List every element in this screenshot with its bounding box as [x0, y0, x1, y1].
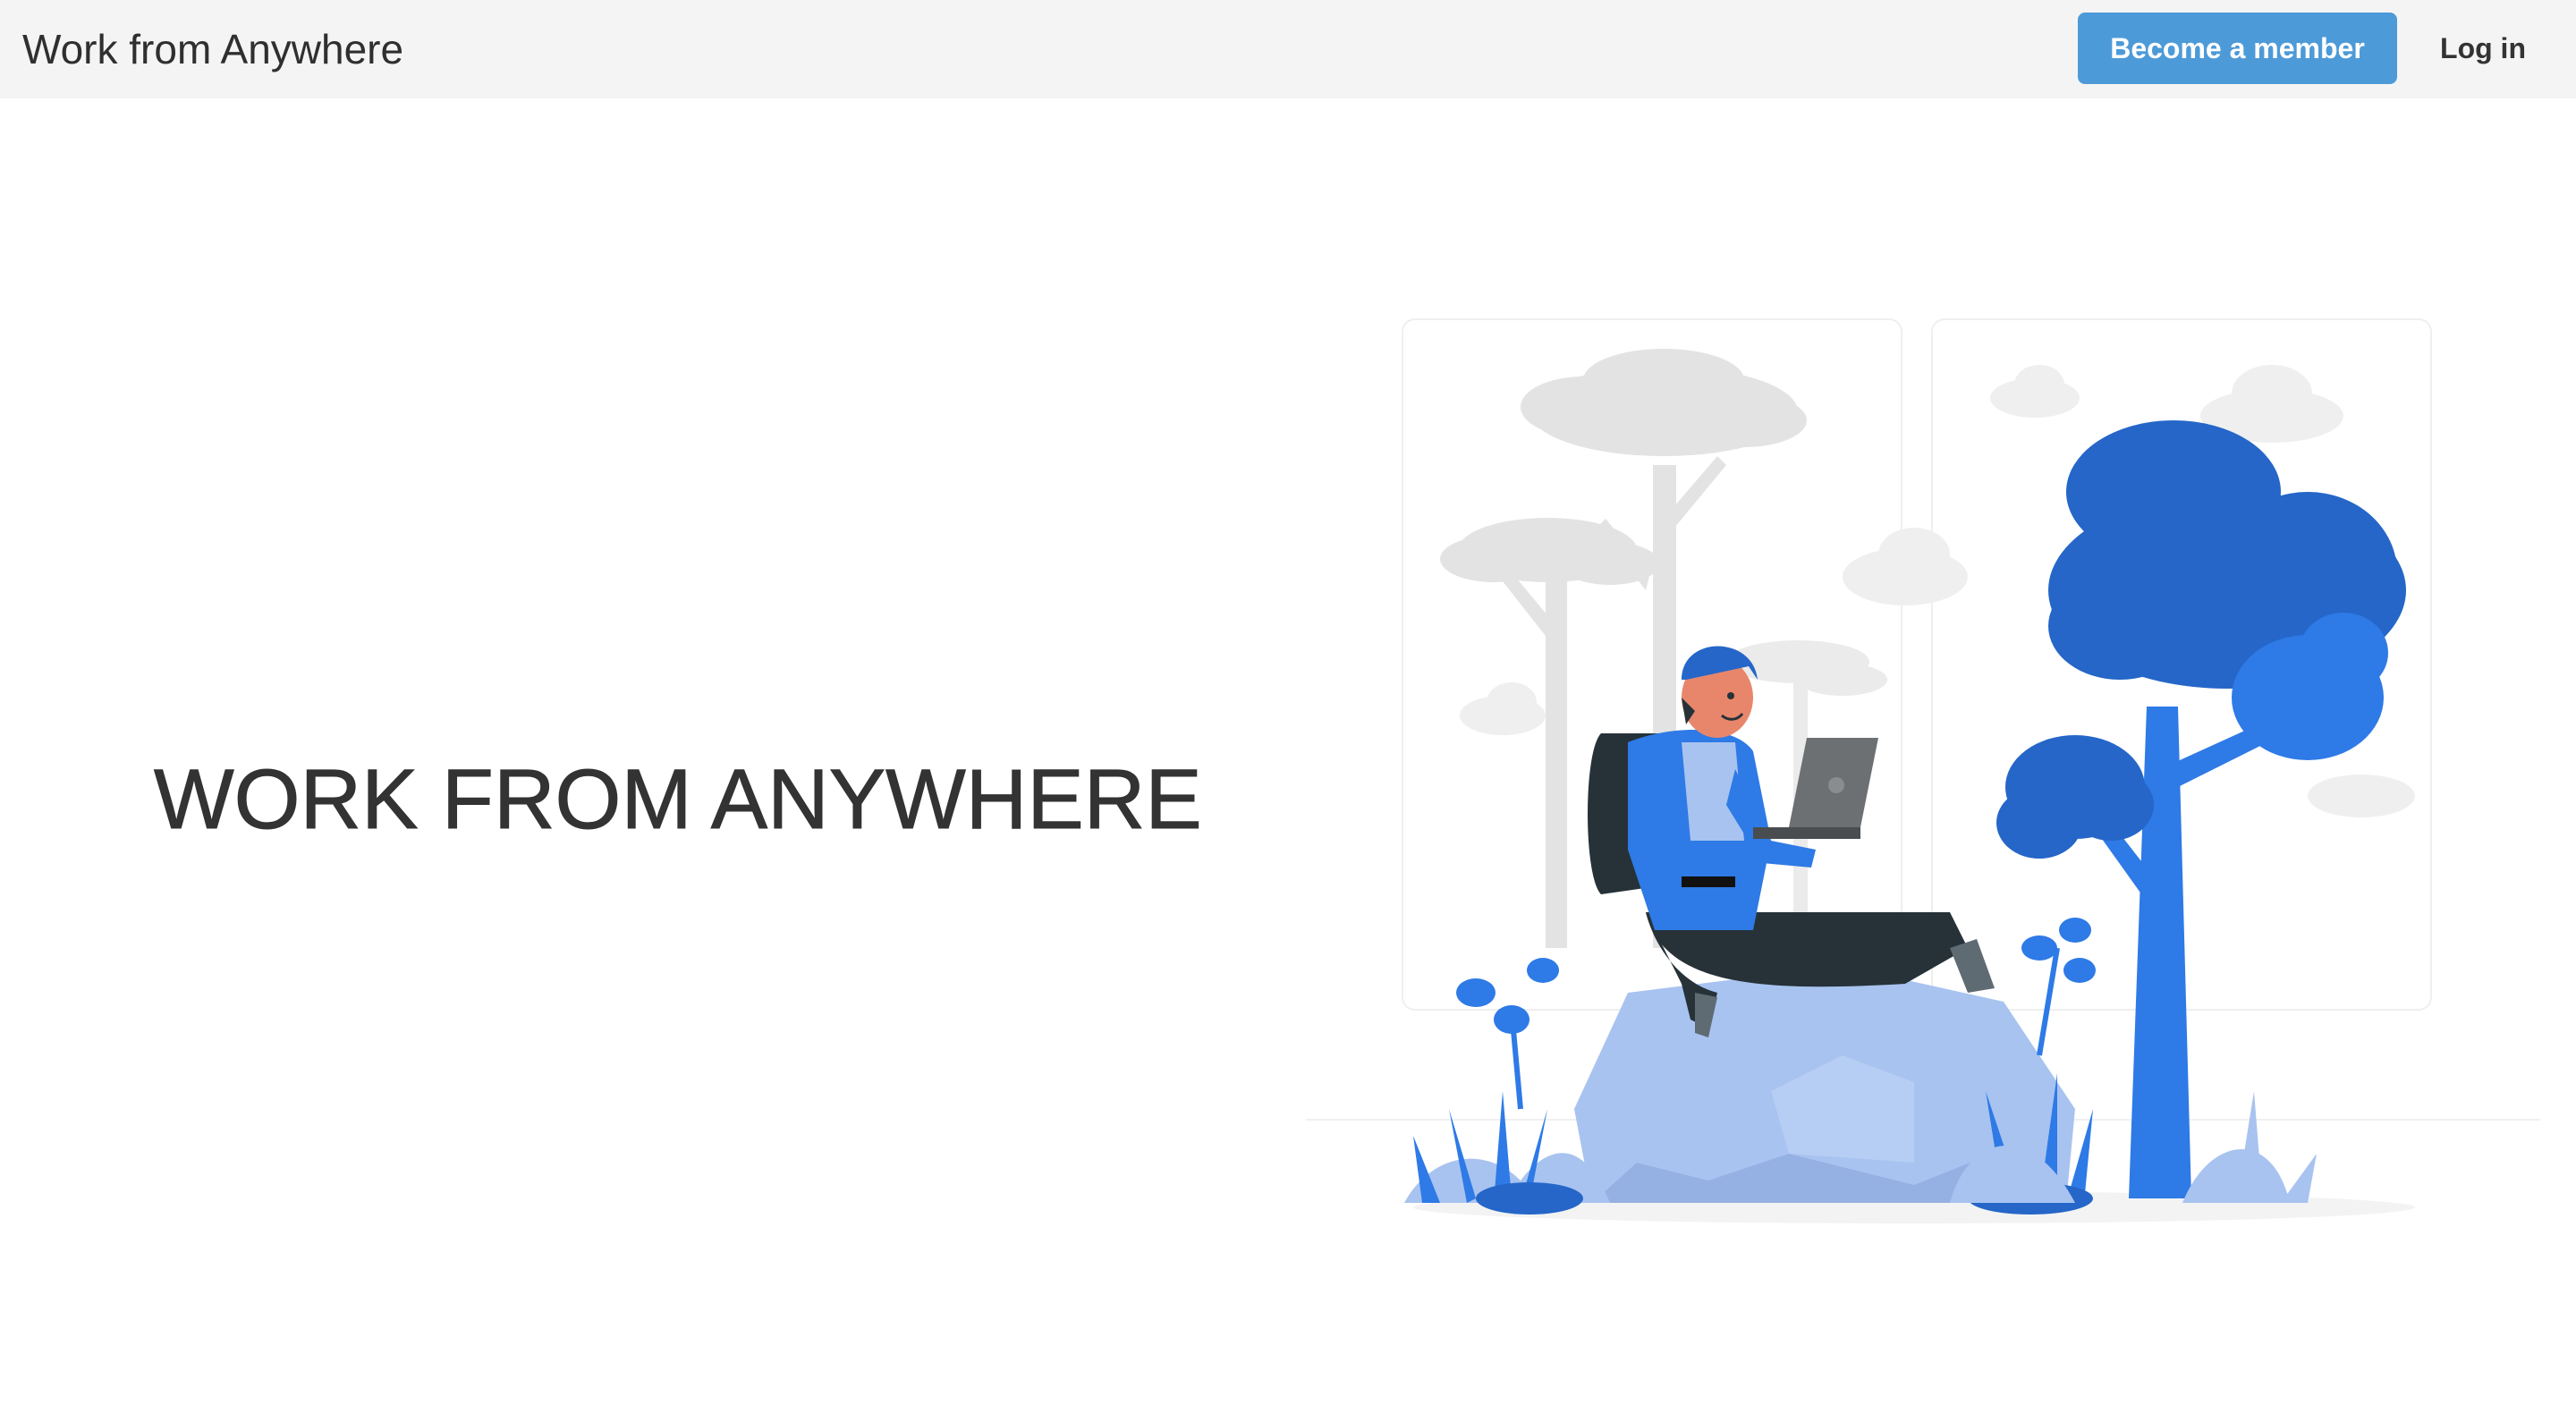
hero-title: WORK FROM ANYWHERE	[154, 752, 1203, 848]
login-button[interactable]: Log in	[2429, 13, 2537, 84]
work-from-anywhere-illustration	[1306, 318, 2540, 1223]
top-navbar: Work from Anywhere Become a member Log i…	[0, 0, 2576, 98]
become-member-button[interactable]: Become a member	[2078, 13, 2397, 84]
brand-title[interactable]: Work from Anywhere	[22, 25, 403, 73]
